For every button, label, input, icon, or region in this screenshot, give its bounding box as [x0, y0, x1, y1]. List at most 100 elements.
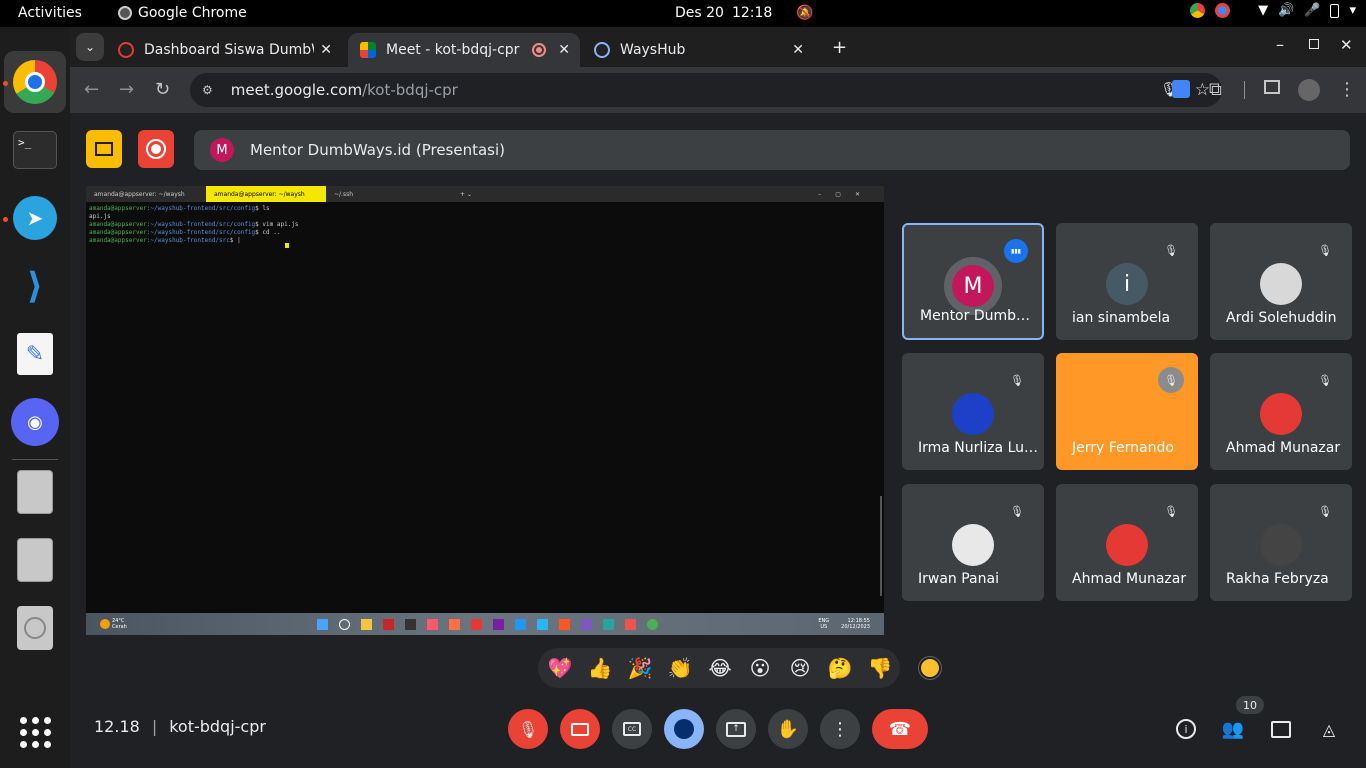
captions-button[interactable]: CC	[612, 709, 652, 749]
dock-disc[interactable]	[10, 603, 60, 653]
maximize-icon[interactable]	[1309, 39, 1319, 49]
people-button[interactable]: 👥	[1220, 717, 1246, 741]
clock[interactable]: Des 20 12:18 🔕	[675, 5, 814, 21]
participant-tile[interactable]: Irwan Panai 🎙	[902, 484, 1044, 601]
reaction-thumbs-up[interactable]: 👍	[584, 656, 616, 680]
dock-vscode[interactable]: ⟩	[10, 261, 60, 311]
tab-meet[interactable]: Meet - kot-bdqj-cpr ✕	[348, 33, 580, 67]
camera-button[interactable]	[560, 709, 600, 749]
participant-avatar	[1260, 263, 1302, 305]
translate-icon[interactable]	[1172, 80, 1190, 98]
reaction-thinking[interactable]: 🤔	[824, 656, 856, 680]
forward-icon[interactable]: →	[119, 80, 134, 100]
participant-tile[interactable]: Rakha Febryza 🎙	[1210, 484, 1352, 601]
call-end-icon: ☎	[888, 718, 912, 740]
dock-show-apps[interactable]	[10, 707, 60, 757]
disc-icon	[17, 606, 53, 650]
dock-drive-1[interactable]	[10, 467, 60, 517]
profile-avatar[interactable]	[1298, 79, 1320, 101]
tab-title: Meet - kot-bdqj-cpr	[386, 42, 520, 58]
reaction-party[interactable]: 🎉	[624, 656, 656, 680]
windows-taskbar: 24°C Cerah ENG US 12:18:55 20/12/2023	[86, 613, 884, 635]
back-icon[interactable]: ←	[84, 80, 99, 100]
reaction-surprised[interactable]: 😮	[744, 656, 776, 680]
terminal-scrollbar	[880, 496, 882, 596]
recording-indicator[interactable]	[138, 130, 174, 168]
dock-drive-2[interactable]	[10, 535, 60, 585]
participant-tile[interactable]: Ahmad Munazar 🎙	[1056, 484, 1198, 601]
terminal-line: amanda@appserver:~/wayshub-frontend/src/…	[89, 205, 270, 212]
clock-time: 12:18	[731, 5, 773, 21]
reaction-laugh[interactable]: 😂	[704, 656, 736, 680]
camera-off-icon	[95, 142, 113, 156]
participant-name: Ahmad Munazar	[1226, 440, 1341, 456]
shared-screen: amanda@appserver: ~/waysh amanda@appserv…	[86, 186, 884, 635]
address-bar[interactable]: ⚙ meet.google.com /kot-bdqj-cpr 🎙 ☆	[190, 73, 1222, 107]
terminal-tab: amanda@appserver: ~/waysh	[94, 190, 185, 198]
present-button[interactable]: ↑	[716, 709, 756, 749]
app-menu[interactable]: Google Chrome	[118, 5, 247, 21]
participant-name: Jerry Fernando	[1072, 440, 1174, 456]
url-host: meet.google.com	[230, 81, 363, 99]
dock-text-editor[interactable]: ✎	[10, 329, 60, 379]
tab-dashboard[interactable]: Dashboard Siswa DumbW ✕	[106, 33, 342, 67]
system-menu-chevron-icon: ▾	[1349, 3, 1356, 18]
participant-tile[interactable]: Irma Nurliza Lu… 🎙	[902, 353, 1044, 470]
terminal-tab-bar: amanda@appserver: ~/waysh amanda@appserv…	[86, 186, 884, 202]
microphone-off-icon: 🎙	[1318, 373, 1332, 387]
site-info-icon[interactable]: ⚙	[202, 83, 213, 97]
dock-terminal[interactable]: >_	[10, 125, 60, 175]
terminal-output: amanda@appserver:~/wayshub-frontend/src/…	[86, 202, 884, 248]
dock-chrome[interactable]	[4, 51, 66, 113]
microphone-off-icon: 🎙	[1010, 373, 1024, 387]
terminal-tab: amanda@appserver: ~/waysh	[206, 186, 326, 202]
extensions-icon[interactable]: ⧉	[1209, 80, 1222, 100]
weather-desc: Cerah	[112, 624, 127, 630]
reactions-button[interactable]	[664, 709, 704, 749]
tab-wayshub[interactable]: WaysHub ✕	[582, 33, 814, 67]
activities-panel-button[interactable]: ◬	[1316, 717, 1342, 741]
meet-favicon-icon	[360, 42, 376, 58]
dock-discord[interactable]: ◉	[10, 397, 60, 447]
activities-button[interactable]: Activities	[18, 5, 82, 21]
terminal-new-tab-icon: + ⌄	[460, 190, 472, 198]
minimize-icon[interactable]: –	[1276, 35, 1284, 54]
participant-tile[interactable]: Ahmad Munazar 🎙	[1210, 353, 1352, 470]
side-panel-icon[interactable]	[1264, 80, 1280, 94]
terminal-tab: ~/.ssh	[334, 190, 354, 198]
participant-name: Irwan Panai	[918, 571, 999, 587]
more-options-button[interactable]: ⋮	[820, 709, 860, 749]
chat-button[interactable]	[1268, 717, 1294, 741]
reaction-heart[interactable]: 💖	[544, 656, 576, 680]
reaction-thumbs-down[interactable]: 👎	[864, 656, 896, 680]
close-tab-icon[interactable]: ✕	[320, 42, 332, 58]
reaction-clap[interactable]: 👏	[664, 656, 696, 680]
leave-call-button[interactable]: ☎	[872, 709, 928, 749]
participant-tile[interactable]: Jerry Fernando 🎙	[1056, 353, 1198, 470]
system-tray[interactable]: ▼ 🔊 🎤 ▾	[1190, 3, 1356, 18]
bookmark-star-icon[interactable]: ☆	[1195, 80, 1210, 100]
close-tab-icon[interactable]: ✕	[558, 42, 570, 58]
meeting-details: 12.18 | kot-bdqj-cpr	[94, 717, 266, 736]
meeting-info-button[interactable]: i	[1173, 717, 1199, 741]
tab-search-chevron-icon[interactable]: ⌄	[76, 33, 104, 61]
microphone-button[interactable]: 🎙	[508, 709, 548, 749]
raise-hand-button[interactable]: ✋	[768, 709, 808, 749]
skin-tone-selector[interactable]	[919, 657, 941, 679]
new-tab-plus-icon[interactable]: +	[832, 37, 847, 58]
close-tab-icon[interactable]: ✕	[792, 42, 804, 58]
microphone-off-icon: 🎙	[1158, 367, 1184, 393]
participant-tile[interactable]: Ardi Solehuddin 🎙	[1210, 223, 1352, 340]
participant-tile[interactable]: i ian sinambela 🎙	[1056, 223, 1198, 340]
reaction-sad[interactable]: 😢	[784, 656, 816, 680]
dock-telegram[interactable]: ➤	[10, 193, 60, 243]
recording-tray-icon	[1215, 3, 1231, 18]
participant-avatar: M	[952, 265, 994, 307]
chrome-menu-icon[interactable]: ⋮	[1338, 80, 1356, 100]
app-name: Google Chrome	[138, 5, 247, 21]
camera-off-indicator[interactable]	[86, 130, 122, 168]
reload-icon[interactable]: ↻	[155, 80, 170, 100]
close-window-icon[interactable]: ✕	[1340, 36, 1353, 54]
participant-tile[interactable]: M Mentor Dumb… ▮▮▮	[902, 223, 1044, 340]
participant-avatar	[1106, 393, 1148, 435]
